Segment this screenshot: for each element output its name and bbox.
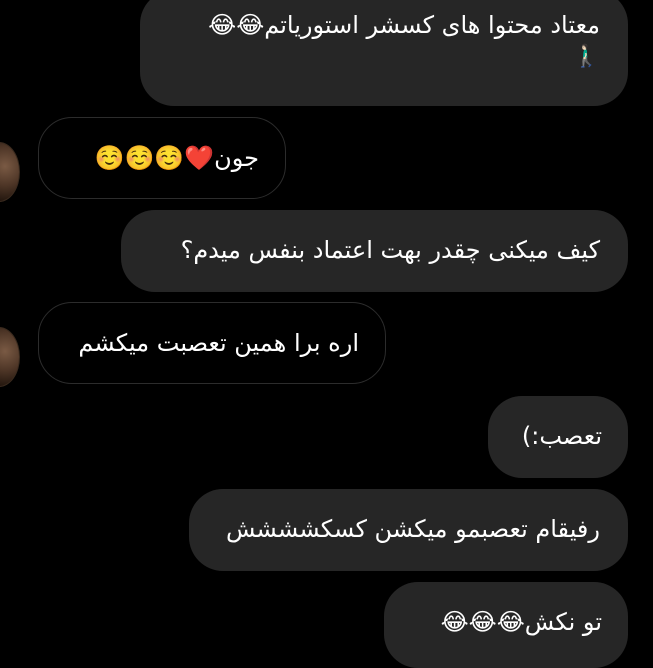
message-bubble-sent[interactable]: تعصب:) <box>488 396 628 478</box>
message-bubble-sent[interactable]: معتاد محتوا های کسشر استوریاتم😂😂 🚶🏻‍♂️ <box>140 0 628 106</box>
message-text: تعصب:) <box>521 422 602 450</box>
message-text: رفیقام تعصبمو میکشن کسکشششش <box>225 515 600 543</box>
message-text: معتاد محتوا های کسشر استوریاتم😂😂 <box>208 11 600 39</box>
walking-person-emoji: 🚶🏻‍♂️ <box>572 44 600 69</box>
message-text: تو نکش😂😂😂 <box>440 608 602 636</box>
message-text: اره برا همین تعصبت میکشم <box>78 329 359 357</box>
message-text: جون❤️☺️☺️☺️ <box>94 144 259 172</box>
message-bubble-sent[interactable]: رفیقام تعصبمو میکشن کسکشششش <box>189 489 628 571</box>
message-bubble-sent[interactable]: تو نکش😂😂😂 <box>384 582 628 668</box>
message-bubble-received[interactable]: جون❤️☺️☺️☺️ <box>38 117 286 199</box>
message-bubble-sent[interactable]: کیف میکنی چقدر بهت اعتماد بنفس میدم؟ <box>121 210 628 292</box>
avatar[interactable] <box>0 327 20 387</box>
message-bubble-received[interactable]: اره برا همین تعصبت میکشم <box>38 302 386 384</box>
message-text: کیف میکنی چقدر بهت اعتماد بنفس میدم؟ <box>180 236 600 264</box>
avatar[interactable] <box>0 142 20 202</box>
